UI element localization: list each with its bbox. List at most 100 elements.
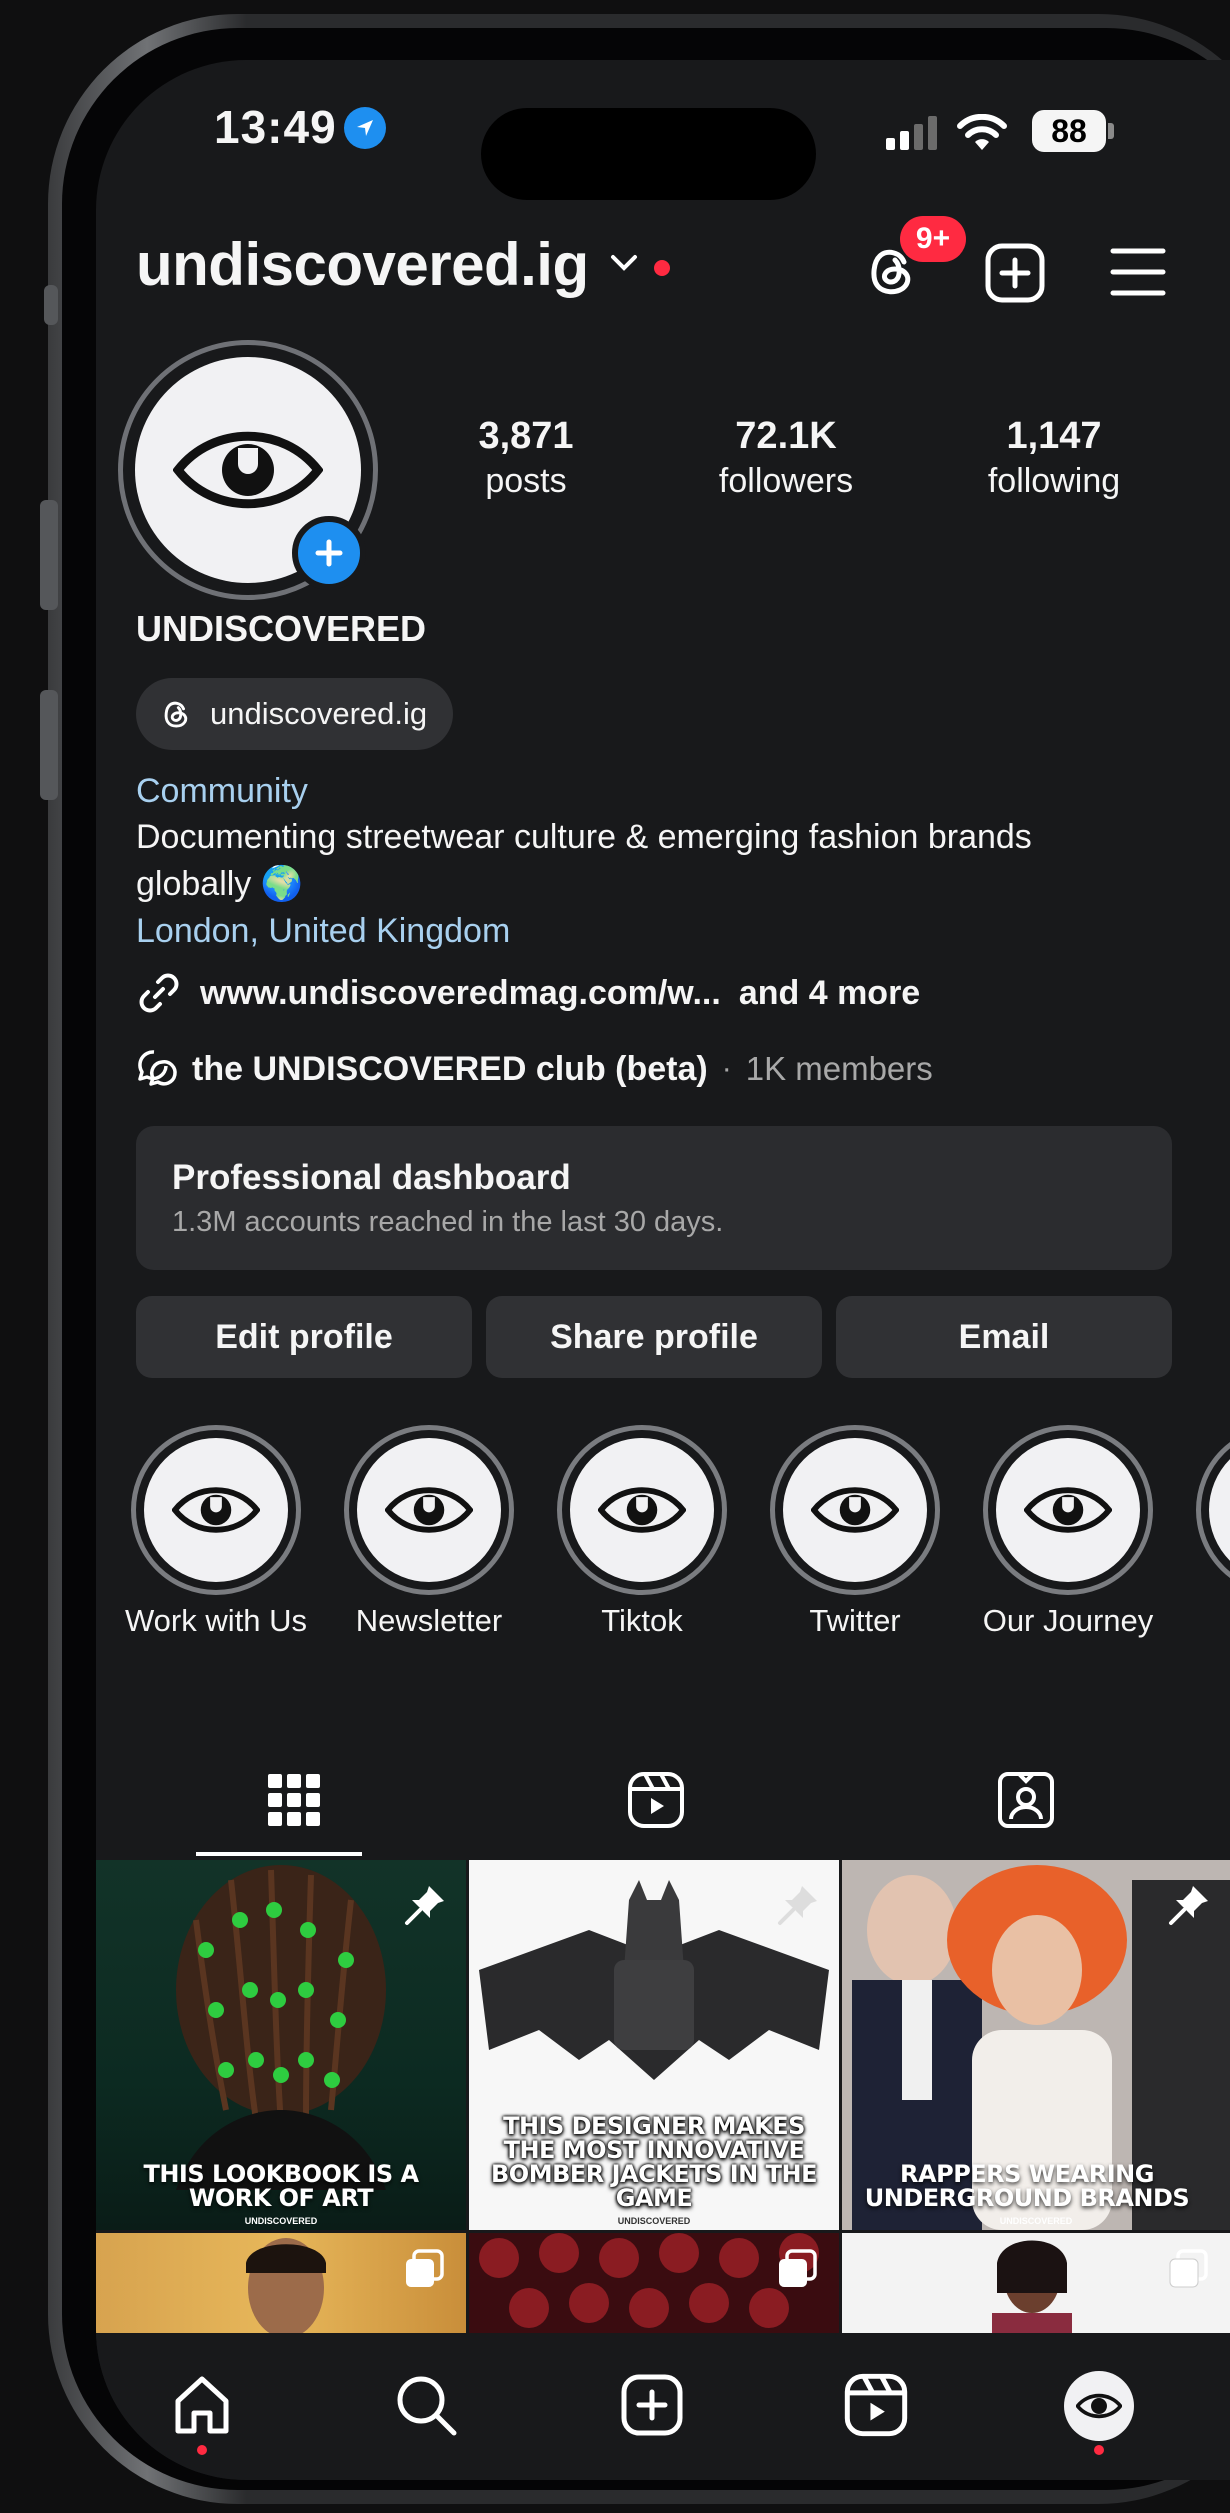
threads-icon [164,701,188,728]
menu-icon[interactable] [1110,246,1166,303]
notification-dot [654,260,670,276]
channel-separator: · [721,1052,732,1085]
tagged-icon [998,1772,1054,1828]
eye-logo-icon [996,1438,1140,1582]
post-tile[interactable] [469,2233,839,2333]
highlight-label: Newsletter [355,1603,503,1638]
profile-avatar[interactable] [1064,2371,1134,2441]
pinned-icon [1169,1886,1208,1925]
post-tile[interactable] [96,2233,466,2333]
status-time: 13:49 [214,101,337,153]
post-brand: UNDISCOVERED [999,2216,1073,2226]
professional-dashboard[interactable]: Professional dashboard 1.3M accounts rea… [136,1126,1172,1270]
pinned-icon [405,1886,444,1925]
post-tile[interactable]: RAPPERS WEARING UNDERGROUND BRANDS UNDIS… [842,1860,1230,2230]
eye-logo-icon [144,1438,288,1582]
chevron-down-icon[interactable] [610,254,638,277]
phone-volume-up [40,500,58,610]
post-caption: THIS DESIGNER MAKES THE MOST INNOVATIVE … [491,2112,817,2212]
profile-username[interactable]: undiscovered.ig [136,230,589,299]
followers-label: followers [718,462,854,500]
highlight-tiktok[interactable] [556,1425,728,1595]
highlight-our-journey[interactable] [982,1425,1154,1595]
home-notification-dot [197,2445,207,2455]
tab-grid[interactable] [124,1740,464,1860]
home-icon[interactable] [170,2373,234,2442]
posts-label: posts [485,462,567,500]
share-profile-button[interactable]: Share profile [486,1296,822,1378]
profile-category: Community [136,772,308,810]
reels-icon[interactable] [844,2373,908,2442]
following-label: following [987,462,1121,500]
dashboard-title: Professional dashboard [172,1158,571,1197]
channel-icon [138,1050,177,1086]
posts-count: 3,871 [478,415,574,457]
phone-action-button [44,285,58,325]
signal-icon [886,116,942,155]
email-button[interactable]: Email [836,1296,1172,1378]
grid-icon [268,1774,320,1826]
post-tile[interactable] [842,2233,1230,2333]
link-more: and 4 more [738,973,921,1012]
screen: 13:49 88 undiscovered.ig 9+ 3,871 posts [96,60,1230,2480]
following-count: 1,147 [1006,415,1102,457]
tab-tagged[interactable] [856,1740,1196,1860]
followers-stat[interactable]: 72.1K followers [686,415,886,501]
battery-indicator: 88 [1032,110,1106,152]
channel-name: the UNDISCOVERED club (beta) [192,1049,708,1088]
active-tab-indicator [196,1852,362,1856]
post-image [176,1865,386,2190]
threads-handle-text: undiscovered.ig [210,696,428,731]
post-image [992,2240,1072,2333]
channel-members: 1K members [745,1050,933,1087]
eye-logo-icon [570,1438,714,1582]
display-name: UNDISCOVERED [136,608,427,649]
profile-location[interactable]: London, United Kingdom [136,912,510,951]
following-stat[interactable]: 1,147 following [954,415,1154,501]
tab-reels[interactable] [486,1740,826,1860]
bio-line-1: Documenting streetwear culture & emergin… [136,818,1032,856]
reels-icon [628,1772,684,1828]
post-caption: RAPPERS WEARING UNDERGROUND BRANDS [864,2160,1190,2212]
highlight-label: Tiktok [601,1603,683,1638]
profile-notification-dot [1094,2445,1104,2455]
carousel-icon [406,2249,444,2287]
link-text: www.undiscoveredmag.com/w... [200,973,721,1012]
threads-badge: 9+ [900,216,966,262]
post-brand: UNDISCOVERED [244,2216,318,2226]
bottom-nav [96,2333,1230,2480]
location-icon [344,107,386,149]
post-tile[interactable]: THIS LOOKBOOK IS A WORK OF ART UNDISCOVE… [96,1860,466,2230]
post-brand: UNDISCOVERED [617,2216,691,2226]
highlight-label: Our Journey [982,1603,1154,1638]
carousel-icon [779,2249,817,2287]
highlight-label: Twitter [809,1603,901,1638]
eye-logo-icon [1076,2393,1122,2419]
story-highlights: Work with Us Newsletter Tiktok Twitter O… [96,1425,1230,1705]
threads-handle-chip[interactable]: undiscovered.ig [136,678,454,750]
posts-stat[interactable]: 3,871 posts [436,415,616,501]
highlight-label: Work with Us [124,1603,307,1638]
create-post-icon[interactable] [984,242,1046,309]
phone-volume-down [40,690,58,800]
highlight-newsletter[interactable] [343,1425,515,1595]
pinned-icon [778,1886,817,1925]
highlight-work-with-us[interactable] [130,1425,302,1595]
bio-line-2: globally 🌍 [136,865,304,903]
eye-logo-icon [357,1438,501,1582]
post-tile[interactable]: THIS DESIGNER MAKES THE MOST INNOVATIVE … [469,1860,839,2230]
search-icon[interactable] [394,2373,458,2442]
edit-profile-button[interactable]: Edit profile [136,1296,472,1378]
broadcast-channel[interactable]: the UNDISCOVERED club (beta) · 1K member… [136,1048,933,1090]
wifi-icon [956,113,1008,157]
followers-count: 72.1K [735,415,837,457]
eye-logo-icon [783,1438,927,1582]
highlight-partial[interactable] [1196,1425,1230,1595]
dynamic-island [481,108,816,200]
add-story-icon[interactable] [292,516,366,590]
highlight-twitter[interactable] [769,1425,941,1595]
profile-links[interactable]: www.undiscoveredmag.com/w... and 4 more [136,970,920,1016]
create-icon[interactable] [620,2373,684,2442]
carousel-icon [1169,2249,1208,2288]
post-image [246,2238,326,2333]
